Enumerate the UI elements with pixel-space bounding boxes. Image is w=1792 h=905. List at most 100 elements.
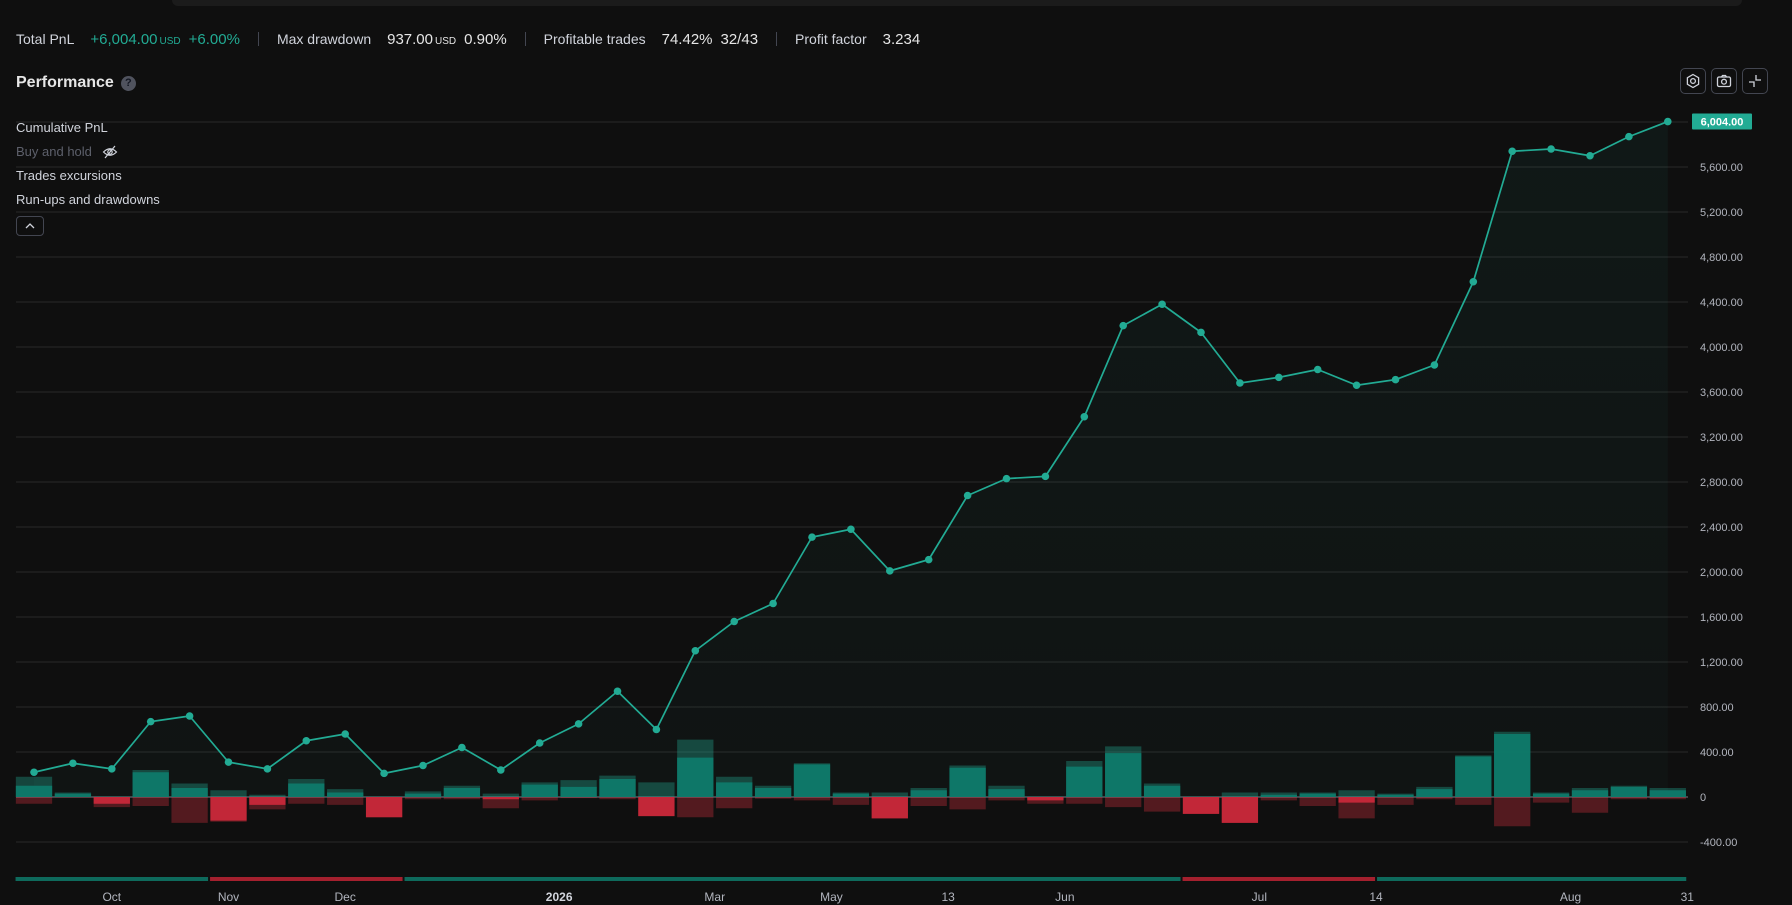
trade-pnl-bar: [93, 797, 130, 804]
cumulative-pnl-point: [1586, 151, 1594, 160]
period-band: [210, 877, 403, 881]
drawdown-bar: [599, 797, 636, 800]
y-tick-label: 0: [1700, 792, 1706, 804]
drawdown-bar: [716, 797, 753, 809]
cumulative-pnl-point: [1275, 373, 1283, 382]
drawdown-bar: [910, 797, 947, 806]
trade-pnl-bar: [404, 793, 442, 797]
x-tick-label: 31: [1681, 890, 1695, 904]
cumulative-pnl-point: [458, 743, 466, 752]
trade-pnl-bar: [1299, 793, 1336, 797]
runup-bar: [1027, 796, 1064, 797]
trade-pnl-bar: [288, 783, 325, 797]
cumulative-pnl-point: [146, 717, 155, 726]
drawdown-bar: [832, 797, 870, 805]
trade-pnl-bar: [1260, 794, 1297, 797]
cumulative-pnl-point: [1197, 328, 1205, 337]
cumulative-pnl-point: [108, 765, 116, 773]
x-tick-label: Aug: [1560, 890, 1581, 904]
cumulative-pnl-point: [1080, 412, 1089, 421]
runup-bar: [638, 782, 675, 797]
y-tick-label: 2,800.00: [1700, 477, 1743, 489]
cumulative-pnl-point: [497, 766, 505, 774]
trade-pnl-bar: [443, 788, 481, 797]
cumulative-pnl-point: [1508, 147, 1516, 156]
y-tick-label: 2,000.00: [1700, 567, 1743, 579]
trade-pnl-bar: [327, 792, 364, 797]
cumulative-pnl-point: [1236, 379, 1244, 387]
cumulative-pnl-point: [574, 720, 583, 728]
cumulative-pnl-point: [224, 758, 233, 766]
trade-pnl-bar: [754, 788, 792, 797]
cumulative-pnl-point: [1664, 117, 1672, 126]
drawdown-bar: [560, 797, 597, 799]
drawdown-bar: [1066, 797, 1103, 804]
cumulative-pnl-point: [341, 730, 350, 738]
trade-pnl-bar: [988, 789, 1025, 797]
trade-pnl-bar: [1338, 797, 1375, 803]
trade-pnl-bar: [210, 797, 247, 821]
drawdown-bar: [1299, 797, 1336, 806]
performance-chart[interactable]: 6,000.005,600.005,200.004,800.004,400.00…: [0, 0, 1792, 905]
cumulative-pnl-point: [535, 739, 544, 747]
cumulative-pnl-point: [924, 555, 933, 564]
drawdown-bar: [949, 797, 986, 810]
drawdown-bar: [1532, 797, 1570, 803]
trade-pnl-bar: [871, 797, 908, 819]
x-tick-label: Jul: [1252, 890, 1267, 904]
trade-pnl-bar: [1532, 793, 1570, 797]
cumulative-pnl-point: [380, 769, 388, 778]
cumulative-pnl-point: [652, 725, 661, 734]
drawdown-bar: [404, 797, 442, 800]
drawdown-bar: [988, 797, 1025, 801]
trade-pnl-bar: [15, 785, 53, 797]
runup-bar: [871, 792, 908, 797]
drawdown-bar: [521, 797, 558, 801]
y-tick-label: 5,200.00: [1700, 207, 1743, 219]
period-band: [1377, 877, 1687, 881]
cumulative-pnl-point: [730, 617, 738, 626]
x-tick-label: May: [820, 890, 843, 904]
trade-pnl-bar: [910, 790, 947, 797]
x-tick-label: Nov: [218, 890, 239, 904]
y-tick-label: 4,000.00: [1700, 342, 1743, 354]
drawdown-bar: [1610, 797, 1648, 800]
trade-pnl-bar: [638, 797, 675, 817]
trade-pnl-bar: [832, 793, 870, 797]
trade-pnl-bar: [1455, 756, 1492, 797]
y-tick-label: -400.00: [1700, 837, 1737, 849]
runup-bar: [93, 796, 130, 797]
drawdown-bar: [677, 797, 714, 818]
trade-pnl-bar: [1416, 789, 1453, 797]
cumulative-pnl-point: [1352, 381, 1361, 390]
cumulative-pnl-point: [963, 491, 972, 500]
trade-pnl-bar: [1494, 734, 1531, 797]
y-tick-label: 1,200.00: [1700, 657, 1743, 669]
trade-pnl-bar: [716, 782, 753, 797]
trade-pnl-bar: [1105, 753, 1142, 797]
y-tick-label: 1,600.00: [1700, 612, 1743, 624]
x-tick-label: Mar: [704, 890, 725, 904]
runup-bar: [482, 793, 519, 797]
trade-pnl-bar: [1221, 797, 1259, 823]
cumulative-pnl-point: [1313, 365, 1322, 374]
trade-pnl-bar: [677, 757, 714, 797]
cumulative-pnl-point: [1119, 321, 1127, 330]
cumulative-pnl-point: [1469, 277, 1478, 286]
drawdown-bar: [793, 797, 831, 801]
drawdown-bar: [288, 797, 325, 804]
trade-pnl-bar: [1027, 797, 1064, 801]
cumulative-pnl-point: [691, 646, 700, 655]
x-tick-label: Oct: [102, 890, 121, 904]
x-tick-label: 2026: [546, 890, 573, 904]
drawdown-bar: [1649, 797, 1686, 800]
drawdown-bar: [327, 797, 364, 805]
x-tick-label: Jun: [1055, 890, 1074, 904]
drawdown-bar: [132, 797, 169, 806]
runup-bar: [1221, 792, 1259, 797]
drawdown-bar: [754, 797, 792, 799]
runup-bar: [210, 790, 247, 797]
cumulative-pnl-point: [1547, 145, 1555, 153]
trade-pnl-bar: [1610, 786, 1648, 797]
drawdown-bar: [1105, 797, 1142, 808]
